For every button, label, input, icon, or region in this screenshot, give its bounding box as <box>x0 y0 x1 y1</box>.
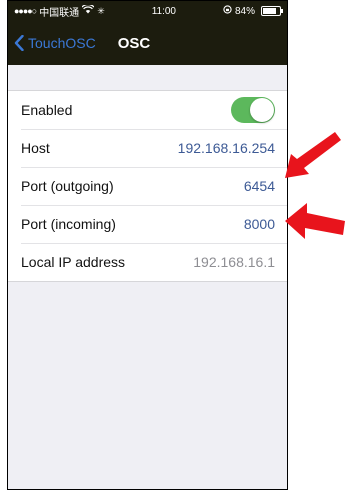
local-ip-label: Local IP address <box>21 254 126 270</box>
local-ip-row: Local IP address 192.168.16.1 <box>8 243 287 281</box>
port-incoming-label: Port (incoming) <box>21 216 116 232</box>
host-row[interactable]: Host 192.168.16.254 <box>8 129 287 167</box>
red-arrow-icon <box>285 203 345 239</box>
enabled-toggle[interactable] <box>231 97 275 123</box>
navigation-bar: TouchOSC OSC <box>8 21 287 65</box>
host-value[interactable]: 192.168.16.254 <box>178 140 275 156</box>
status-left: ●●●●○ 中国联通 ✳ <box>14 3 105 19</box>
toggle-knob <box>250 98 274 122</box>
signal-strength: ●●●●○ <box>14 6 37 16</box>
battery-icon <box>260 6 283 16</box>
battery-percent: 84% <box>234 5 255 17</box>
status-bar: ●●●●○ 中国联通 ✳ 11:00 84% <box>8 1 287 21</box>
host-label: Host <box>21 140 50 156</box>
local-ip-value: 192.168.16.1 <box>193 254 275 270</box>
lock-rotation-icon <box>223 5 232 17</box>
red-arrow-icon <box>285 132 341 178</box>
wifi-icon <box>81 3 95 17</box>
back-label: TouchOSC <box>28 35 96 51</box>
enabled-row: Enabled <box>8 91 287 129</box>
carrier-name: 中国联通 <box>39 7 80 19</box>
status-time: 11:00 <box>151 5 176 17</box>
activity-icon: ✳ <box>97 5 105 16</box>
port-incoming-row[interactable]: Port (incoming) 8000 <box>8 205 287 243</box>
port-outgoing-row[interactable]: Port (outgoing) 6454 <box>8 167 287 205</box>
battery-fill <box>262 8 277 14</box>
enabled-label: Enabled <box>21 102 73 118</box>
port-outgoing-label: Port (outgoing) <box>21 178 114 194</box>
status-right: 84% <box>223 5 283 17</box>
phone-screen: ●●●●○ 中国联通 ✳ 11:00 84% TouchOSC OSC Enab… <box>7 0 288 490</box>
chevron-left-icon <box>14 35 24 51</box>
port-outgoing-value[interactable]: 6454 <box>244 178 275 194</box>
back-button[interactable]: TouchOSC <box>14 35 96 51</box>
osc-settings-table: Enabled Host 192.168.16.254 Port (outgoi… <box>8 90 287 282</box>
page-title: OSC <box>117 34 151 52</box>
port-incoming-value[interactable]: 8000 <box>244 216 275 232</box>
